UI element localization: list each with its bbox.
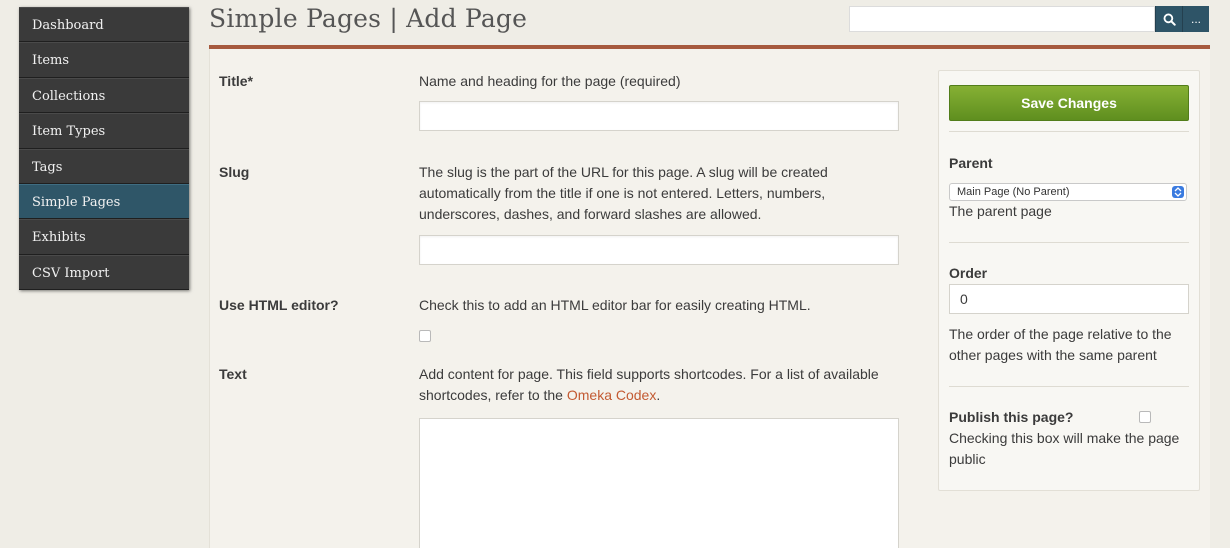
parent-select-value: Main Page (No Parent) — [957, 186, 1070, 198]
sidebar-item-collections[interactable]: Collections — [19, 77, 189, 114]
title-description: Name and heading for the page (required) — [419, 73, 681, 89]
publish-label: Publish this page? — [949, 409, 1074, 425]
search-button[interactable] — [1155, 6, 1182, 32]
slug-input[interactable] — [419, 235, 899, 265]
sidebar-item-tags[interactable]: Tags — [19, 148, 189, 184]
title-input[interactable] — [419, 101, 899, 131]
sidebar-item-items[interactable]: Items — [19, 42, 189, 78]
publish-checkbox[interactable] — [1139, 411, 1151, 423]
omeka-codex-link[interactable]: Omeka Codex — [567, 387, 656, 403]
html-editor-description: Check this to add an HTML editor bar for… — [419, 297, 811, 313]
side-divider — [949, 386, 1189, 387]
sidebar-item-simple-pages[interactable]: Simple Pages — [19, 183, 189, 220]
sidebar-item-dashboard[interactable]: Dashboard — [19, 7, 189, 43]
search-icon — [1163, 13, 1176, 26]
search-bar: ... — [849, 6, 1209, 32]
chevron-up-down-icon — [1172, 186, 1184, 198]
text-content-textarea[interactable] — [419, 418, 899, 548]
slug-label: Slug — [219, 164, 250, 180]
order-help: The order of the page relative to the ot… — [949, 326, 1172, 363]
advanced-search-button[interactable]: ... — [1182, 6, 1209, 32]
title-label: Title* — [219, 73, 253, 89]
order-label: Order — [949, 265, 988, 281]
publish-help: Checking this box will make the page pub… — [949, 430, 1180, 467]
parent-help: The parent page — [949, 203, 1052, 219]
page-title: Simple Pages | Add Page — [209, 4, 528, 33]
side-divider — [949, 242, 1189, 243]
admin-sidebar: Dashboard Items Collections Item Types T… — [19, 7, 189, 291]
order-input[interactable]: 0 — [949, 284, 1189, 314]
save-changes-button[interactable]: Save Changes — [949, 85, 1189, 121]
text-description-suffix: . — [656, 387, 661, 403]
text-description: Add content for page. This field support… — [419, 364, 889, 406]
html-editor-checkbox[interactable] — [419, 330, 431, 342]
parent-select[interactable]: Main Page (No Parent) — [949, 183, 1187, 201]
side-divider — [949, 131, 1189, 132]
sidebar-item-exhibits[interactable]: Exhibits — [19, 219, 189, 255]
sidebar-item-csv-import[interactable]: CSV Import — [19, 254, 189, 291]
search-input[interactable] — [849, 6, 1155, 32]
sidebar-item-item-types[interactable]: Item Types — [19, 113, 189, 149]
slug-description: The slug is the part of the URL for this… — [419, 164, 828, 222]
text-label: Text — [219, 366, 247, 382]
parent-label: Parent — [949, 155, 993, 171]
html-editor-label: Use HTML editor? — [219, 297, 339, 313]
